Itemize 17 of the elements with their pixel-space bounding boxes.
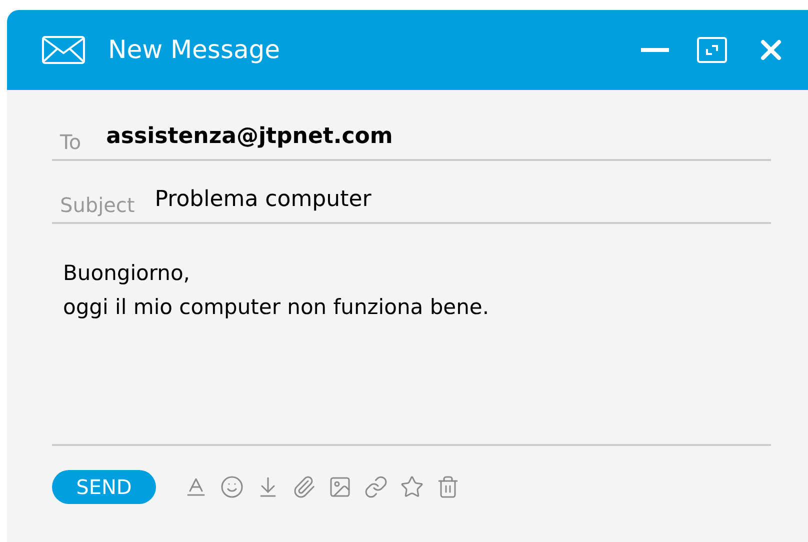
paperclip-icon[interactable] (292, 475, 316, 499)
trash-icon[interactable] (436, 475, 460, 499)
subject-field[interactable]: Problema computer (154, 183, 372, 216)
maximize-button[interactable] (697, 37, 727, 63)
star-icon[interactable] (400, 475, 424, 499)
to-field[interactable]: assistenza@jtpnet.com (106, 120, 393, 153)
smiley-icon[interactable] (220, 475, 244, 499)
subject-label: Subject (60, 192, 135, 219)
window-title: New Message (108, 34, 280, 66)
message-line: oggi il mio computer non funziona bene. (63, 294, 490, 321)
link-icon[interactable] (364, 475, 388, 499)
to-label: To (60, 129, 82, 156)
message-line: Buongiorno, (63, 260, 191, 287)
envelope-icon (42, 36, 85, 64)
minimize-icon (641, 48, 669, 52)
image-icon[interactable] (328, 475, 352, 499)
message-body-field[interactable]: Buongiorno, oggi il mio computer non funziona bene. (52, 224, 771, 446)
